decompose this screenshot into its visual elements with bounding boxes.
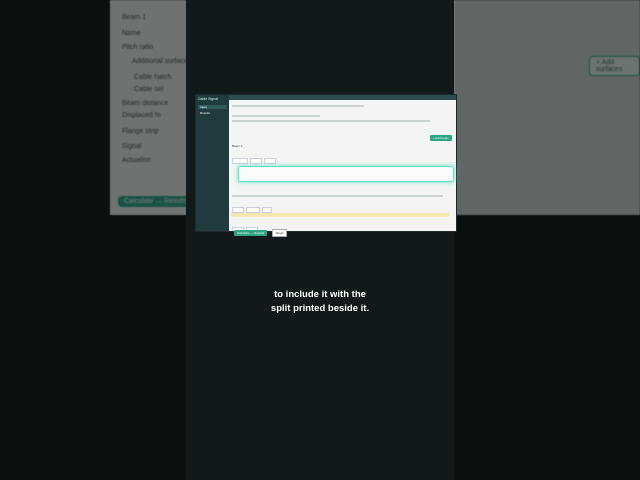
add-beam-button[interactable]: + Add beam bbox=[429, 135, 452, 141]
zoom-row-displaced: Displaced % bbox=[122, 112, 161, 119]
zoom-row-additional: Additional surfaces bbox=[132, 58, 192, 65]
caption-line-1: to include it with the bbox=[274, 289, 366, 300]
nav-item-input[interactable]: Input bbox=[198, 105, 227, 109]
zoom-row-flange: Flange strip bbox=[122, 128, 159, 135]
zoom-row-beam-distance: Beam distance bbox=[122, 100, 169, 107]
reset-button[interactable]: Reset bbox=[271, 229, 288, 237]
zoomed-right-panel: + Add surfaces bbox=[455, 0, 640, 215]
app-screenshot: Cable Signal Input Results + Add beam Be… bbox=[195, 94, 457, 232]
video-caption: to include it with the split printed bes… bbox=[186, 288, 454, 316]
zoom-row-pitch: Pitch ratio bbox=[122, 44, 154, 51]
zoom-row-cable-hatch: Cable hatch bbox=[134, 74, 172, 81]
calculate-button[interactable]: Calculate → Results bbox=[234, 230, 268, 236]
app-title: Cable Signal bbox=[198, 97, 218, 101]
section-title: Beam 1 bbox=[232, 144, 243, 148]
zoom-beam-label: Beam 1 bbox=[122, 14, 147, 21]
app-sidebar: Cable Signal Input Results bbox=[196, 95, 229, 231]
action-buttons: Calculate → Results Reset bbox=[234, 221, 288, 239]
zoom-row-cable-sel: Cable sel bbox=[134, 86, 164, 93]
video-frame bbox=[186, 0, 454, 480]
nav-item-results[interactable]: Results bbox=[198, 111, 227, 115]
app-topbar bbox=[229, 95, 456, 100]
zoom-row-signal: Signal bbox=[122, 143, 142, 150]
zoom-add-surfaces-button[interactable]: + Add surfaces bbox=[589, 56, 640, 76]
warning-strip bbox=[231, 213, 449, 217]
zoom-calculate-button[interactable]: Calculate → Results bbox=[118, 196, 194, 207]
highlighted-additional-surfaces bbox=[238, 166, 454, 182]
zoom-row-actuation: Actuation bbox=[122, 157, 152, 164]
caption-line-2: split printed beside it. bbox=[270, 303, 370, 314]
zoom-row-name: Name bbox=[122, 30, 141, 37]
